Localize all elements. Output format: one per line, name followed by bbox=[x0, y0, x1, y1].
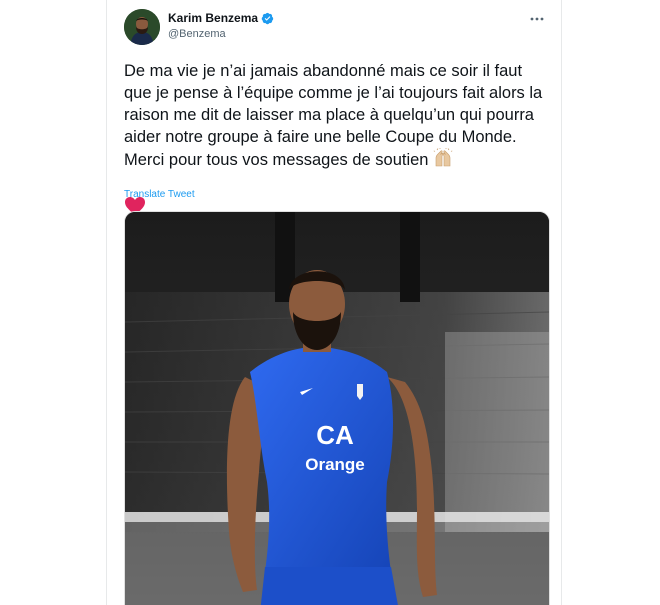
player-photo: CA Orange bbox=[125, 212, 549, 605]
tweet-card: Karim Benzema @Benzema De ma vie je n’ai… bbox=[106, 0, 562, 605]
tweet-media-image[interactable]: CA Orange bbox=[124, 211, 550, 605]
avatar[interactable] bbox=[124, 9, 160, 45]
handle[interactable]: @Benzema bbox=[168, 28, 226, 40]
display-name[interactable]: Karim Benzema bbox=[168, 11, 274, 25]
jersey-sponsor: Orange bbox=[305, 455, 365, 474]
verified-badge-icon bbox=[261, 12, 274, 24]
translate-tweet-link[interactable]: Translate Tweet bbox=[124, 189, 195, 200]
jersey-badge: CA bbox=[316, 420, 354, 450]
more-options-icon[interactable] bbox=[529, 12, 545, 24]
raising-hands-icon bbox=[433, 148, 453, 174]
display-name-text: Karim Benzema bbox=[168, 11, 259, 25]
tweet-body: De ma vie je n’ai jamais abandonné mais … bbox=[124, 62, 547, 169]
avatar-image bbox=[124, 9, 160, 45]
